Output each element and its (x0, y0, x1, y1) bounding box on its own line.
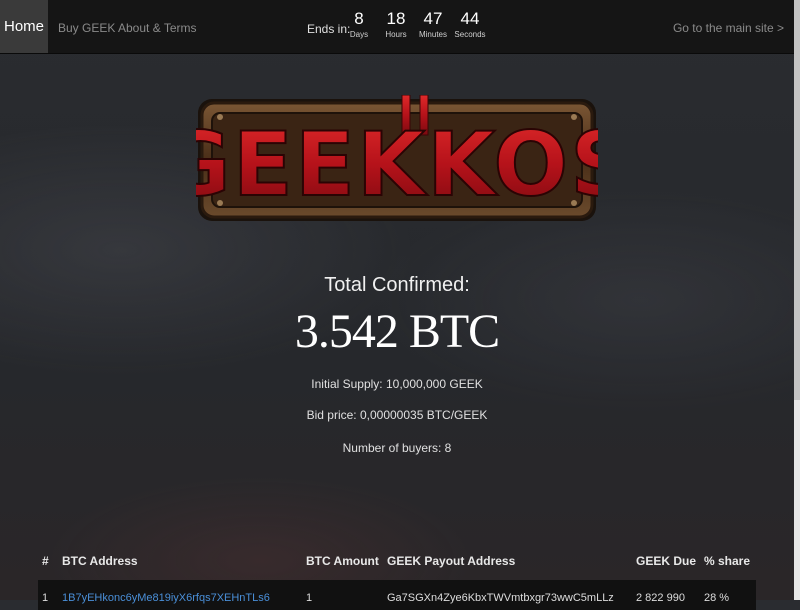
countdown-seconds: 44 Seconds (450, 8, 490, 40)
table-header-geek-payout-address: GEEK Payout Address (387, 554, 516, 568)
countdown-minutes-label: Minutes (418, 30, 447, 39)
buyers-count-text: Number of buyers: 8 (342, 441, 452, 455)
table-header-btc-address: BTC Address (62, 554, 138, 568)
countdown-hours: 18 Hours (376, 8, 416, 40)
scrollbar-thumb[interactable] (794, 0, 800, 400)
top-navbar: Home Buy GEEK About & Terms Ends in: 8 D… (0, 0, 794, 54)
table-header-geek-due: GEEK Due (636, 554, 697, 568)
nav-about-terms-link[interactable]: About & Terms (118, 0, 196, 53)
countdown-minutes-value: 47 (423, 9, 443, 28)
initial-supply-text: Initial Supply: 10,000,000 GEEK (311, 377, 483, 391)
nav-main-site-link[interactable]: Go to the main site > (673, 0, 784, 53)
buyers-table: # BTC Address BTC Amount GEEK Payout Add… (38, 548, 756, 610)
table-header-btc-amount: BTC Amount (306, 554, 379, 568)
total-confirmed-label: Total Confirmed: (324, 274, 470, 296)
table-row: 1 1B7yEHkonc6yMe819iyX6rfqs7XEHnTLs6 1 G… (38, 580, 756, 610)
row-share: 28 % (704, 592, 730, 604)
nav-home-link[interactable]: Home (0, 0, 48, 53)
countdown-days-value: 8 (354, 9, 364, 28)
row-index: 1 (42, 592, 49, 604)
countdown-seconds-label: Seconds (454, 30, 486, 39)
countdown-days: 8 Days (339, 8, 379, 40)
row-btc-address-link[interactable]: 1B7yEHkonc6yMe819iyX6rfqs7XEHnTLs6 (62, 592, 270, 604)
countdown-hours-value: 18 (386, 9, 406, 28)
nav-buy-geek-link[interactable]: Buy GEEK (58, 0, 115, 53)
logo-text: GEEKKOS (196, 113, 598, 216)
countdown-hours-label: Hours (385, 30, 407, 39)
page-scrollbar[interactable] (794, 0, 800, 600)
countdown-seconds-value: 44 (460, 9, 480, 28)
geekkos-logo: GEEKKOS (196, 95, 598, 221)
countdown-days-label: Days (349, 30, 369, 39)
row-geek-due: 2 822 990 (636, 592, 685, 604)
total-confirmed-value: 3.542 BTC (294, 305, 500, 358)
table-header-share: % share (704, 554, 751, 568)
bid-price-text: Bid price: 0,00000035 BTC/GEEK (306, 408, 488, 422)
countdown-minutes: 47 Minutes (413, 8, 453, 40)
row-geek-payout-address: Ga7SGXn4Zye6KbxTWVmtbxgr73wwC5mLLz (387, 592, 614, 604)
row-btc-amount: 1 (306, 592, 313, 604)
table-header-index: # (42, 554, 49, 568)
